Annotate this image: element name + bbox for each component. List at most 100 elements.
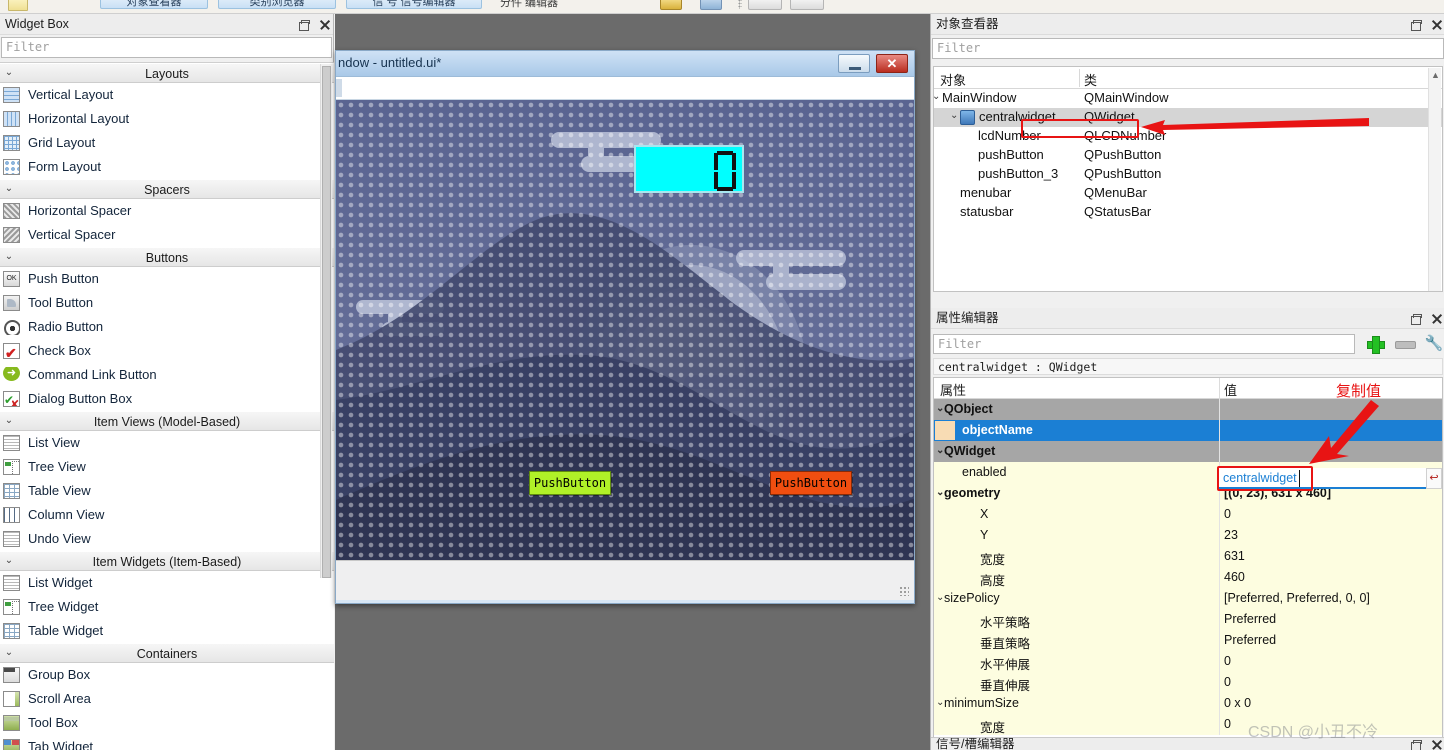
float-icon[interactable] <box>1409 312 1422 325</box>
push-button-2[interactable]: PushButton <box>770 471 852 495</box>
widget-box-scrollbar[interactable] <box>320 64 332 578</box>
widget-group-header[interactable]: ⌄ Buttons <box>0 247 334 267</box>
property-row[interactable]: 垂直策略 Preferred <box>934 630 1442 651</box>
property-row[interactable]: 宽度 631 <box>934 546 1442 567</box>
widget-box-item[interactable]: Dialog Button Box <box>0 387 334 411</box>
run-icon[interactable] <box>660 0 682 10</box>
horizontal-layout-icon <box>3 111 20 127</box>
widget-box-item[interactable]: Column View <box>0 503 334 527</box>
object-tree-row[interactable]: ⌄MainWindow QMainWindow <box>934 89 1442 108</box>
widget-box-item[interactable]: Tool Box <box>0 711 334 735</box>
scroll-up-icon[interactable]: ▲ <box>1431 70 1440 80</box>
object-name-editor[interactable]: centralwidget ↩ <box>1219 468 1442 489</box>
widget-box-item-label: Vertical Spacer <box>28 227 116 242</box>
property-name: 水平伸展 <box>980 658 1031 672</box>
close-icon[interactable] <box>1430 18 1443 31</box>
property-row[interactable]: X0 <box>934 504 1442 525</box>
widget-box-item-label: Horizontal Layout <box>28 111 130 126</box>
widget-box-item[interactable]: Grid Layout <box>0 131 334 155</box>
widget-box-item[interactable]: Tab Widget <box>0 735 334 750</box>
widget-box-item[interactable]: Tree Widget <box>0 595 334 619</box>
lcd-number-widget[interactable] <box>634 145 744 193</box>
property-row[interactable]: 高度 460 <box>934 567 1442 588</box>
property-value: Preferred <box>1224 612 1277 626</box>
widget-box-item[interactable]: List Widget <box>0 571 334 595</box>
widget-box-item[interactable]: Group Box <box>0 663 334 687</box>
toolbar-tab-signal-editor[interactable]: 信 号 信号编辑器 <box>346 0 482 9</box>
close-icon[interactable] <box>1430 312 1443 325</box>
form-menubar[interactable] <box>336 77 914 100</box>
widget-box-item[interactable]: Table View <box>0 479 334 503</box>
float-icon[interactable] <box>1409 18 1422 31</box>
widget-box-item[interactable]: Undo View <box>0 527 334 551</box>
object-name: pushButton <box>978 147 1044 162</box>
configure-icon[interactable]: 🔧 <box>1423 333 1444 355</box>
widget-box-filter-input[interactable]: Filter <box>1 37 332 58</box>
property-editor-filter-input[interactable]: Filter <box>933 334 1355 354</box>
open-folder-icon[interactable] <box>8 0 28 11</box>
object-tree-row[interactable]: pushButton QPushButton <box>934 146 1442 165</box>
form-design-window[interactable]: ndow - untitled.ui* ✕ PushButton PushBut… <box>335 50 915 604</box>
property-row[interactable]: Y 23 <box>934 525 1442 546</box>
chevron-down-icon[interactable]: ⌄ <box>934 91 940 102</box>
revert-property-icon[interactable]: ↩ <box>1426 468 1442 489</box>
widget-group-header[interactable]: ⌄ Spacers <box>0 179 334 199</box>
object-tree-row[interactable]: pushButton_3 QPushButton <box>934 165 1442 184</box>
float-icon[interactable] <box>1409 738 1422 750</box>
object-tree-row[interactable]: statusbar QStatusBar <box>934 203 1442 222</box>
widget-box-item-label: Table Widget <box>28 623 104 638</box>
toolbar-tab-class-browser[interactable]: 类别浏览器 <box>218 0 336 9</box>
column-header-property: 属性 <box>940 383 967 398</box>
scroll-area-icon <box>3 691 20 707</box>
widget-box-item[interactable]: Horizontal Layout <box>0 107 334 131</box>
property-row[interactable]: ⌄ sizePolicy [Preferred, Preferred, 0, 0] <box>934 588 1442 609</box>
chevron-down-icon[interactable]: ⌄ <box>950 110 958 121</box>
widget-box-item[interactable]: OK Push Button <box>0 267 334 291</box>
minimize-button[interactable] <box>838 54 870 73</box>
form-canvas[interactable]: PushButton PushButton <box>336 100 914 560</box>
form-window-titlebar[interactable]: ndow - untitled.ui* <box>336 51 914 77</box>
widget-box-item[interactable]: Horizontal Spacer <box>0 199 334 223</box>
close-button[interactable] <box>876 54 908 73</box>
widget-box-item[interactable]: Tree View <box>0 455 334 479</box>
widget-box-item[interactable]: Vertical Layout <box>0 83 334 107</box>
object-tree[interactable]: 对象 类 ⌄MainWindowQMainWindow⌄centralwidge… <box>933 66 1443 292</box>
widget-box-item[interactable]: Check Box <box>0 339 334 363</box>
property-row[interactable]: ⌄ minimumSize 0 x 0 <box>934 693 1442 714</box>
widget-box-item[interactable]: List View <box>0 431 334 455</box>
object-tree-scrollbar[interactable]: ▲ <box>1428 68 1441 291</box>
widget-group-header[interactable]: ⌄ Item Views (Model-Based) <box>0 411 334 431</box>
widget-box-item[interactable]: Command Link Button <box>0 363 334 387</box>
widget-group-label: Item Widgets (Item-Based) <box>92 555 242 569</box>
close-icon[interactable] <box>318 18 331 31</box>
float-icon[interactable] <box>297 18 310 31</box>
window-icon[interactable] <box>700 0 722 10</box>
push-button-1[interactable]: PushButton <box>529 471 611 495</box>
vertical-layout-icon <box>3 87 20 103</box>
property-row[interactable]: 水平策略 Preferred <box>934 609 1442 630</box>
widget-box-item[interactable]: Vertical Spacer <box>0 223 334 247</box>
widget-box-item[interactable]: Form Layout <box>0 155 334 179</box>
object-inspector-filter-input[interactable]: Filter <box>932 38 1444 59</box>
widget-group-header[interactable]: ⌄ Item Widgets (Item-Based) <box>0 551 334 571</box>
property-row[interactable]: 水平伸展 0 <box>934 651 1442 672</box>
add-property-icon[interactable] <box>1363 333 1387 355</box>
layout-icon-2[interactable] <box>790 0 824 10</box>
layout-icon-1[interactable] <box>748 0 782 10</box>
property-row[interactable]: 垂直伸展 0 <box>934 672 1442 693</box>
column-divider <box>1219 630 1220 651</box>
widget-box-item[interactable]: Scroll Area <box>0 687 334 711</box>
widget-group-header[interactable]: ⌄ Containers <box>0 643 334 663</box>
widget-group-header[interactable]: ⌄ Layouts <box>0 63 334 83</box>
toolbar-drag-handle[interactable] <box>738 0 742 9</box>
right-dock-column: 对象查看器 Filter 对象 类 ⌄MainWindowQMainWindow… <box>930 14 1444 750</box>
toolbar-tab-object-inspector[interactable]: 对象查看器 <box>100 0 208 9</box>
resize-grip[interactable] <box>899 586 909 596</box>
close-icon[interactable] <box>1430 738 1443 750</box>
remove-property-icon[interactable] <box>1393 333 1417 355</box>
widget-box-item[interactable]: Table Widget <box>0 619 334 643</box>
widget-box-item[interactable]: Tool Button <box>0 291 334 315</box>
scrollbar-thumb[interactable] <box>322 66 331 578</box>
object-tree-row[interactable]: menubar QMenuBar <box>934 184 1442 203</box>
widget-box-item[interactable]: Radio Button <box>0 315 334 339</box>
